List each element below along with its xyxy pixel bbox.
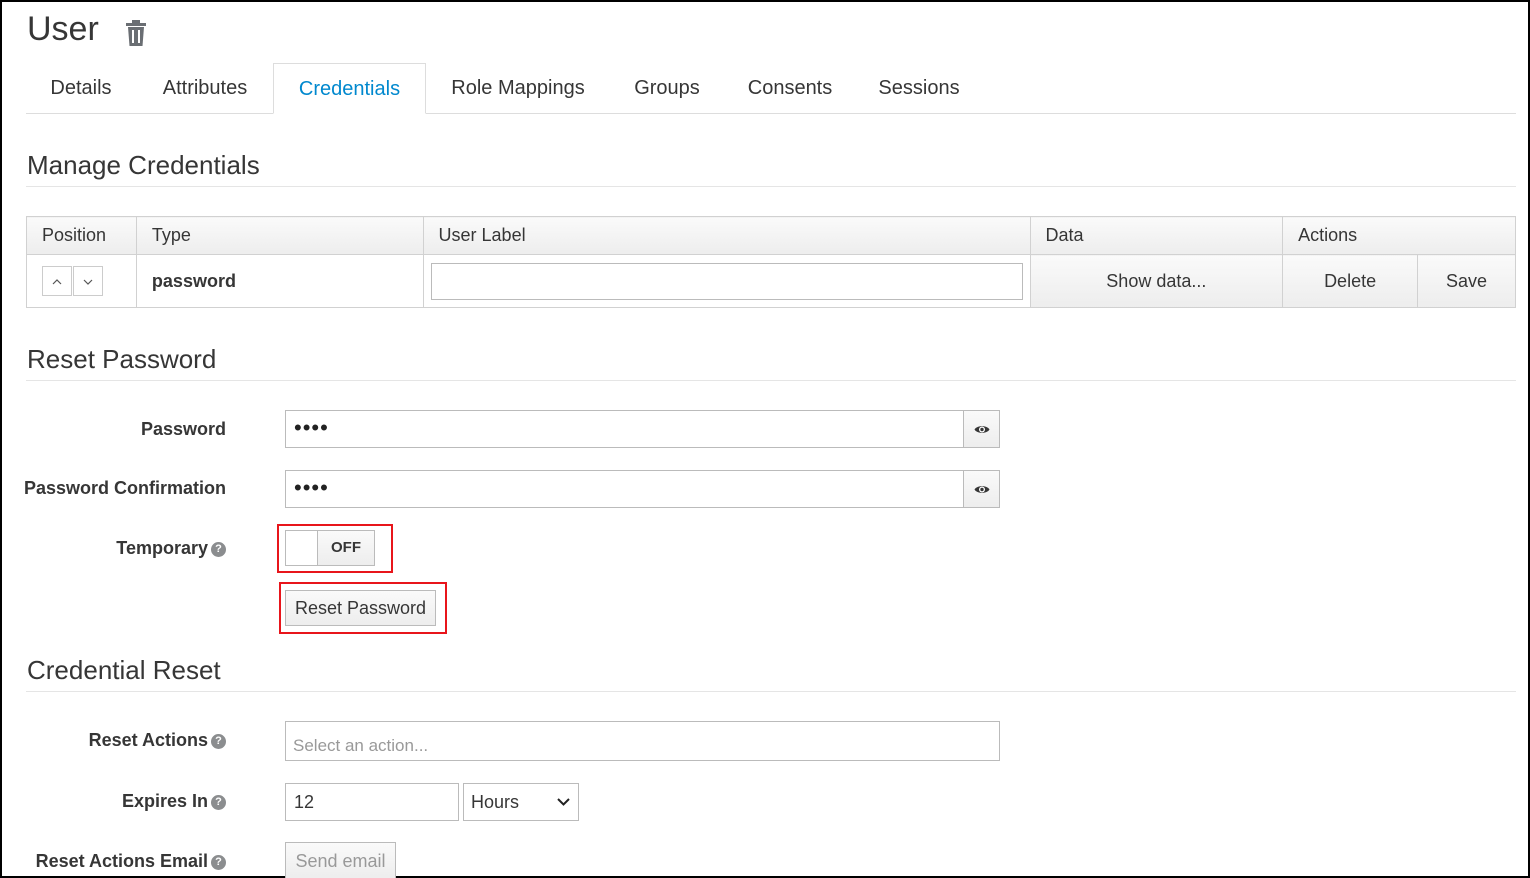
chevron-down-icon xyxy=(83,279,93,285)
save-button[interactable]: Save xyxy=(1417,254,1516,308)
credential-reset-title: Credential Reset xyxy=(27,655,221,685)
eye-icon xyxy=(974,425,989,433)
manage-credentials-title: Manage Credentials xyxy=(27,150,260,180)
help-icon[interactable]: ? xyxy=(211,541,226,557)
tab-role-mappings[interactable]: Role Mappings xyxy=(433,63,603,114)
trash-icon[interactable] xyxy=(124,20,148,46)
divider xyxy=(26,691,1516,692)
show-password-button[interactable] xyxy=(963,410,1000,448)
tab-credentials[interactable]: Credentials xyxy=(273,63,426,114)
delete-button[interactable]: Delete xyxy=(1282,254,1419,308)
tab-attributes[interactable]: Attributes xyxy=(144,63,266,114)
table-row: password Show data... Delete Save xyxy=(26,254,1516,308)
temporary-label-group: Temporary? xyxy=(116,538,226,559)
toggle-knob xyxy=(286,531,318,565)
column-header-position: Position xyxy=(26,216,137,255)
column-header-actions: Actions xyxy=(1282,216,1516,255)
column-header-data: Data xyxy=(1029,216,1284,255)
reset-actions-select[interactable]: Select an action... xyxy=(285,721,1000,761)
move-up-button[interactable] xyxy=(42,266,72,296)
tab-consents[interactable]: Consents xyxy=(729,63,851,114)
tab-bar: Details Attributes Credentials Role Mapp… xyxy=(26,63,1516,114)
temporary-toggle[interactable]: OFF xyxy=(285,530,375,566)
reset-password-title: Reset Password xyxy=(27,344,217,374)
expires-in-label: Expires In xyxy=(121,791,208,811)
divider xyxy=(26,380,1516,381)
toggle-state: OFF xyxy=(331,539,361,556)
divider xyxy=(26,186,1516,187)
show-data-button[interactable]: Show data... xyxy=(1029,254,1284,308)
expires-unit-select[interactable]: Hours xyxy=(463,783,579,821)
reset-password-button[interactable]: Reset Password xyxy=(285,590,436,626)
show-confirmation-button[interactable] xyxy=(963,470,1000,508)
chevron-down-icon xyxy=(557,798,570,806)
tab-groups[interactable]: Groups xyxy=(613,63,721,114)
reset-actions-label: Reset Actions xyxy=(88,730,208,750)
credentials-table: Position Type User Label Data Actions pa… xyxy=(26,216,1516,308)
reset-actions-email-label-group: Reset Actions Email? xyxy=(36,851,226,872)
user-label-input[interactable] xyxy=(430,262,1023,300)
help-icon[interactable]: ? xyxy=(211,854,226,870)
reset-actions-email-label: Reset Actions Email xyxy=(35,851,208,871)
move-down-button[interactable] xyxy=(73,266,103,296)
expires-unit-value: Hours xyxy=(471,792,520,812)
password-input[interactable]: •••• xyxy=(285,410,965,448)
chevron-up-icon xyxy=(52,279,62,285)
page-title: User xyxy=(27,10,99,48)
help-icon[interactable]: ? xyxy=(211,733,226,749)
reset-actions-label-group: Reset Actions? xyxy=(89,730,226,751)
help-icon[interactable]: ? xyxy=(211,794,226,810)
eye-icon xyxy=(974,485,989,493)
column-header-user-label: User Label xyxy=(422,216,1031,255)
tab-details[interactable]: Details xyxy=(26,63,136,114)
position-cell xyxy=(26,254,137,308)
credential-type: password xyxy=(135,254,424,308)
expires-in-label-group: Expires In? xyxy=(122,791,226,812)
password-confirmation-input[interactable]: •••• xyxy=(285,470,965,508)
user-label-cell xyxy=(422,254,1031,308)
expires-in-input[interactable]: 12 xyxy=(285,783,459,821)
tab-sessions[interactable]: Sessions xyxy=(861,63,977,114)
password-label: Password xyxy=(140,419,226,439)
temporary-label: Temporary xyxy=(116,538,208,558)
password-confirmation-label: Password Confirmation xyxy=(23,478,226,498)
column-header-type: Type xyxy=(135,216,424,255)
send-email-button[interactable]: Send email xyxy=(285,842,396,878)
